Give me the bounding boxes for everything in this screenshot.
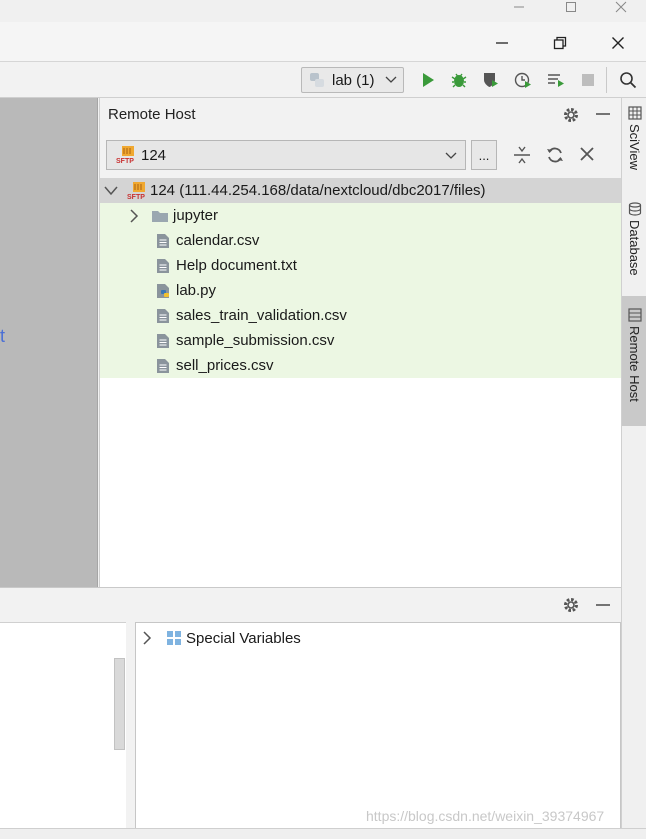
remote-host-panel: Remote Host SFTP 124 ... SFTP 124 (111.4…: [99, 98, 622, 587]
window-title-bar: [0, 22, 646, 62]
gear-icon[interactable]: [562, 596, 580, 619]
tree-item-label: sample_submission.csv: [176, 332, 335, 349]
host-select[interactable]: SFTP 124: [106, 140, 466, 170]
run-icon[interactable]: [417, 69, 439, 91]
tab-label: Remote Host: [627, 326, 642, 402]
tree-item-label: jupyter: [173, 207, 219, 224]
tree-item-label: sell_prices.csv: [176, 357, 274, 374]
tree-root-label: 124 (111.44.254.168/data/nextcloud/dbc20…: [150, 182, 486, 199]
special-variables-row[interactable]: Special Variables: [136, 627, 301, 649]
outer-minimize-button[interactable]: [508, 0, 530, 14]
tree-file-row[interactable]: Help document.txt: [100, 253, 622, 278]
tab-label: Database: [627, 220, 642, 276]
chevron-down-icon: [104, 186, 118, 195]
right-tool-window-bar: SciView Database Remote Host: [621, 98, 646, 828]
coverage-icon[interactable]: [480, 69, 502, 91]
tree-folder-row[interactable]: jupyter: [100, 203, 622, 228]
debug-icon[interactable]: [448, 69, 470, 91]
search-icon[interactable]: [617, 69, 639, 91]
tree-item-label: sales_train_validation.csv: [176, 307, 347, 324]
folder-icon: [152, 210, 168, 222]
text-file-icon: [157, 358, 169, 373]
profile-icon[interactable]: [512, 69, 534, 91]
text-file-icon: [157, 258, 169, 273]
scrollbar[interactable]: [114, 658, 125, 750]
hide-panel-icon[interactable]: [595, 597, 611, 618]
run-configuration-select[interactable]: lab (1): [301, 67, 404, 93]
remote-host-header: Remote Host: [100, 98, 622, 134]
outer-title-bar: [0, 0, 646, 22]
outer-close-button[interactable]: [610, 0, 632, 14]
tree-file-row[interactable]: sell_prices.csv: [100, 353, 622, 378]
run-concurrent-icon[interactable]: [545, 69, 567, 91]
sciview-icon: [627, 106, 642, 120]
watermark: https://blog.csdn.net/weixin_39374967: [366, 808, 605, 824]
tree-file-row[interactable]: sales_train_validation.csv: [100, 303, 622, 328]
outer-maximize-button[interactable]: [560, 0, 582, 14]
status-bar: [0, 828, 646, 839]
host-select-value: 124: [141, 146, 167, 164]
tree-item-label: calendar.csv: [176, 232, 260, 249]
tree-item-label: lab.py: [176, 282, 217, 299]
tree-file-row[interactable]: sample_submission.csv: [100, 328, 622, 353]
browse-button[interactable]: ...: [471, 140, 497, 170]
variables-view: Special Variables: [135, 622, 621, 829]
sftp-icon: SFTP: [127, 181, 145, 201]
hide-panel-icon[interactable]: [595, 106, 611, 127]
special-variables-label: Special Variables: [186, 629, 301, 647]
refresh-icon[interactable]: [546, 146, 564, 169]
bottom-panel: Special Variables: [0, 587, 621, 829]
editor-area: [0, 98, 98, 587]
chevron-down-icon: [445, 152, 457, 159]
python-icon: [310, 73, 324, 87]
host-controls: SFTP 124 ...: [100, 134, 622, 178]
tree-file-row[interactable]: calendar.csv: [100, 228, 622, 253]
toolbar-divider: [606, 67, 607, 93]
collapse-all-icon[interactable]: [513, 146, 531, 169]
sftp-icon: SFTP: [116, 146, 134, 165]
svg-text:SFTP: SFTP: [116, 158, 134, 165]
svg-text:SFTP: SFTP: [127, 194, 145, 201]
tree-root-row[interactable]: SFTP 124 (111.44.254.168/data/nextcloud/…: [100, 178, 622, 203]
editor-partial-text: t: [0, 326, 6, 346]
main-toolbar: lab (1): [0, 62, 646, 98]
tab-label: SciView: [627, 124, 642, 171]
remote-host-icon: [627, 308, 642, 322]
text-file-icon: [157, 333, 169, 348]
gear-icon[interactable]: [562, 106, 580, 129]
tab-remote-host[interactable]: Remote Host: [622, 296, 646, 426]
tree-item-label: Help document.txt: [176, 257, 297, 274]
text-file-icon: [157, 308, 169, 323]
stop-icon[interactable]: [577, 69, 599, 91]
chevron-down-icon: [385, 76, 396, 83]
variables-icon: [167, 631, 181, 645]
minimize-button[interactable]: [490, 34, 514, 52]
close-icon[interactable]: [579, 146, 595, 167]
tree-file-row[interactable]: lab.py: [100, 278, 622, 303]
restore-button[interactable]: [548, 34, 572, 52]
python-file-icon: [157, 283, 169, 298]
chevron-right-icon: [143, 631, 152, 645]
close-button[interactable]: [606, 34, 630, 52]
console-area: [0, 622, 126, 829]
tab-sciview[interactable]: SciView: [622, 106, 646, 188]
database-icon: [628, 202, 641, 216]
panel-title: Remote Host: [108, 106, 196, 123]
text-file-icon: [157, 233, 169, 248]
chevron-right-icon: [130, 208, 139, 223]
run-config-label: lab (1): [332, 71, 375, 89]
tab-database[interactable]: Database: [622, 202, 646, 288]
